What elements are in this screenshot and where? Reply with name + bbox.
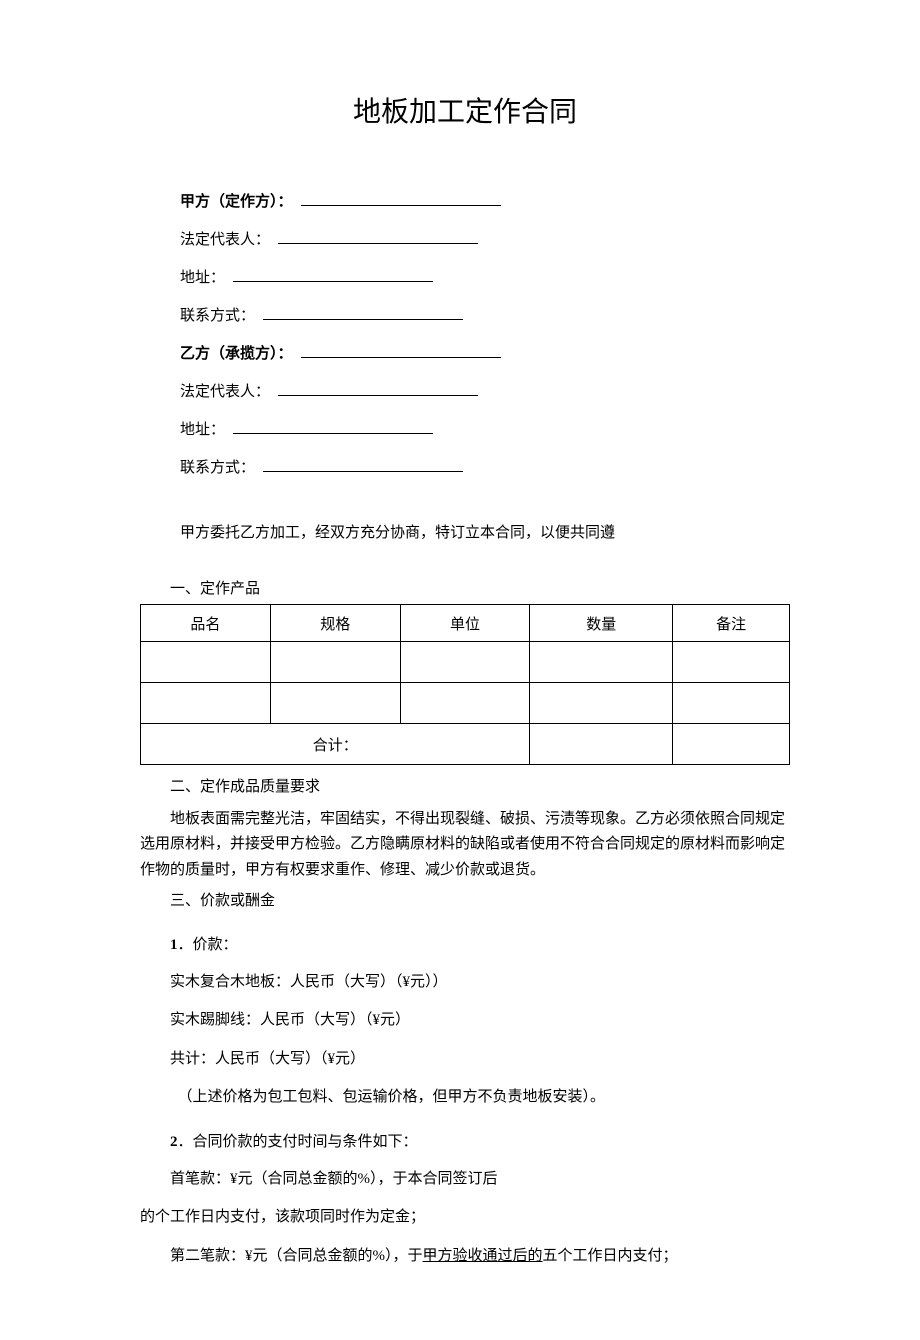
cell [400, 642, 530, 683]
price-line-2: 实木踢脚线：人民币（大写）（¥元） [140, 1006, 790, 1035]
price-line-3: 共计：人民币（大写）（¥元） [140, 1045, 790, 1074]
party-b-blank [301, 342, 501, 358]
item1-label: ．价款： [178, 937, 238, 953]
cell [270, 683, 400, 724]
intro-paragraph: 甲方委托乙方加工，经双方充分协商，特订立本合同，以便共同遵 [180, 520, 790, 547]
party-b-label: 乙方（承揽方）： [180, 346, 293, 362]
party-a-legalrep-line: 法定代表人： [180, 228, 790, 252]
section-3-item2-head: 2．合同价款的支付时间与条件如下： [170, 1130, 790, 1151]
table-row [141, 642, 790, 683]
party-b-contact-blank [263, 456, 463, 472]
party-b-contact-line: 联系方式： [180, 456, 790, 480]
cell [530, 642, 673, 683]
party-b-address-blank [233, 418, 433, 434]
party-a-blank [301, 190, 501, 206]
cell [673, 642, 790, 683]
cell [400, 683, 530, 724]
party-b-address-line: 地址： [180, 418, 790, 442]
payment-line-2: 的个工作日内支付，该款项同时作为定金； [140, 1203, 790, 1232]
party-a-address-label: 地址： [180, 270, 225, 286]
th-note: 备注 [673, 605, 790, 642]
party-b-legalrep-line: 法定代表人： [180, 380, 790, 404]
total-qty-cell [530, 724, 673, 765]
th-qty: 数量 [530, 605, 673, 642]
cell [270, 642, 400, 683]
price-line-4: （上述价格为包工包料、包运输价格，但甲方不负责地板安装）。 [140, 1083, 790, 1112]
party-a-contact-blank [263, 304, 463, 320]
item1-num: 1 [170, 937, 178, 953]
party-a-legalrep-label: 法定代表人： [180, 232, 270, 248]
payment-line-3a: 第二笔款：¥元（合同总金额的%），于 [170, 1248, 423, 1264]
document-title: 地板加工定作合同 [140, 90, 790, 130]
party-a-legalrep-blank [278, 228, 478, 244]
cell [530, 683, 673, 724]
party-b-address-label: 地址： [180, 422, 225, 438]
document-page: 地板加工定作合同 甲方（定作方）： 法定代表人： 地址： 联系方式： 乙方（承揽… [0, 0, 920, 1340]
table-total-row: 合计： [141, 724, 790, 765]
party-b-legalrep-blank [278, 380, 478, 396]
section-2-head: 二、定作成品质量要求 [140, 775, 790, 801]
total-note-cell [673, 724, 790, 765]
party-a-line: 甲方（定作方）： [180, 190, 790, 214]
cell [141, 683, 271, 724]
party-b-contact-label: 联系方式： [180, 460, 255, 476]
th-name: 品名 [141, 605, 271, 642]
item2-num: 2 [170, 1134, 178, 1150]
item2-label: ．合同价款的支付时间与条件如下： [178, 1134, 418, 1150]
cell [141, 642, 271, 683]
payment-line-3: 第二笔款：¥元（合同总金额的%），于甲方验收通过后的五个工作日内支付； [140, 1242, 790, 1271]
table-row [141, 683, 790, 724]
section-3-head: 三、价款或酬金 [140, 889, 790, 915]
party-a-address-line: 地址： [180, 266, 790, 290]
section-1-head: 一、定作产品 [170, 577, 790, 598]
section-2-body: 地板表面需完整光洁，牢固结实，不得出现裂缝、破损、污渍等现象。乙方必须依照合同规… [140, 807, 790, 884]
cell [673, 683, 790, 724]
party-b-line: 乙方（承揽方）： [180, 342, 790, 366]
section-3-item1-head: 1．价款： [170, 933, 790, 954]
table-header-row: 品名 规格 单位 数量 备注 [141, 605, 790, 642]
party-a-label: 甲方（定作方）： [180, 194, 293, 210]
th-unit: 单位 [400, 605, 530, 642]
product-table: 品名 规格 单位 数量 备注 合计： [140, 604, 790, 765]
party-b-legalrep-label: 法定代表人： [180, 384, 270, 400]
party-a-address-blank [233, 266, 433, 282]
total-label-cell: 合计： [141, 724, 530, 765]
party-a-contact-label: 联系方式： [180, 308, 255, 324]
party-a-contact-line: 联系方式： [180, 304, 790, 328]
payment-line-3b: 五个工作日内支付； [543, 1248, 678, 1264]
price-line-1: 实木复合木地板：人民币（大写）（¥元）） [140, 968, 790, 997]
payment-line-1: 首笔款：¥元（合同总金额的%），于本合同签订后 [140, 1165, 790, 1194]
th-spec: 规格 [270, 605, 400, 642]
payment-line-3u: 甲方验收通过后的 [423, 1248, 543, 1264]
